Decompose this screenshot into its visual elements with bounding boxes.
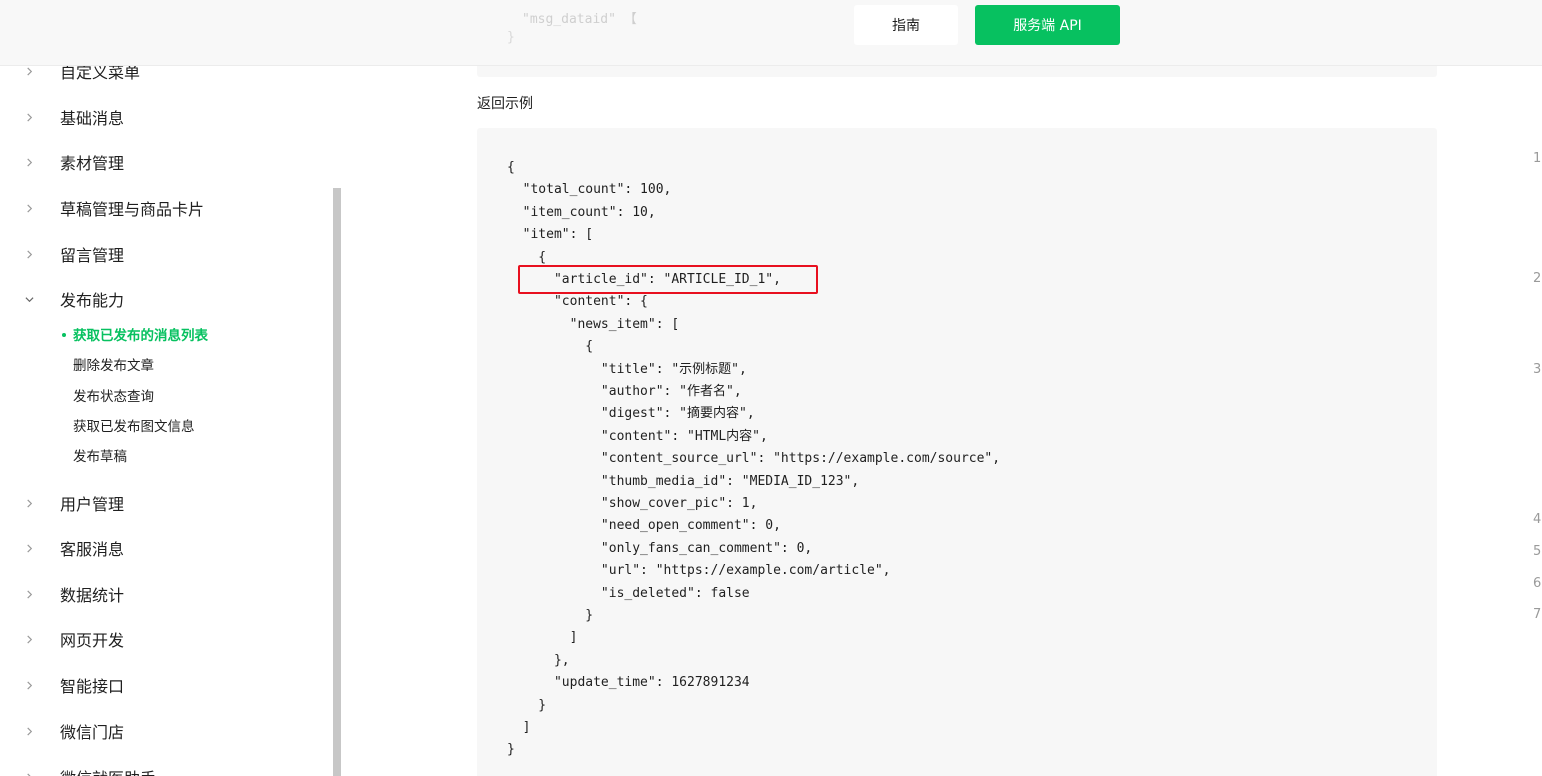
sidebar-item[interactable]: 微信就医助手 [0,762,320,776]
sidebar-subitem[interactable]: 发布状态查询 [73,384,154,406]
code-block: { "total_count": 100, "item_count": 10, … [477,128,1437,776]
sidebar-item[interactable]: 客服消息 [0,533,320,563]
chevron-right-icon [0,726,60,736]
highlight-box-article-id [518,265,818,294]
code-line: "need_open_comment": 0, [507,518,781,534]
code-line: ] [507,720,531,735]
chevron-right-icon [0,634,60,644]
chevron-right-icon [0,772,60,776]
code-line: "update_time": 1627891234 [507,675,750,691]
code-line: "content": "HTML内容", [507,428,768,444]
code-line: ] [507,630,578,646]
code-line: "digest": "摘要内容", [507,406,755,422]
sidebar-item-label: 素材管理 [60,154,125,173]
section-title: 返回示例 [477,96,533,112]
chevron-right-icon [0,498,60,508]
gutter-number: 1 [1533,151,1542,166]
code-line: "thumb_media_id": "MEDIA_ID_123", [507,473,860,489]
sidebar-item[interactable]: 网页开发 [0,624,320,654]
sidebar-item-label: 数据统计 [60,586,125,605]
sidebar: 自定义菜单 基础消息 素材管理 草稿管理与商品卡片 留言管理 发布能力 用户管理 客服消息 数据… [0,0,342,776]
sidebar-item-label: 网页开发 [60,631,125,650]
gutter-number: 3 [1533,362,1542,377]
sidebar-item[interactable]: 数据统计 [0,579,320,609]
sidebar-item-label: 发布能力 [60,291,125,310]
code-line: "title": "示例标题", [507,361,747,377]
sidebar-item-label: 智能接口 [60,677,125,696]
chevron-right-icon [0,66,60,76]
gutter-number: 5 [1533,544,1542,559]
code-line: "news_item": [ [507,316,680,332]
sidebar-item[interactable]: 草稿管理与商品卡片 [0,193,320,223]
chevron-right-icon [0,112,60,122]
chevron-down-icon [0,295,60,304]
gutter-number: 2 [1533,271,1542,286]
gutter-number: 7 [1533,607,1542,622]
sidebar-item[interactable]: 留言管理 [0,239,320,269]
sidebar-item[interactable]: 素材管理 [0,147,320,177]
sidebar-subitem[interactable]: 获取已发布图文信息 [73,414,195,436]
code-line: "content_source_url": "https://example.c… [507,451,1001,467]
sidebar-subitem-active[interactable]: 获取已发布的消息列表 [62,323,208,345]
sidebar-item[interactable]: 微信门店 [0,716,320,746]
server-api-button[interactable]: 服务端 API [975,5,1120,45]
code-line: "author": "作者名", [507,384,742,399]
code-line: } [507,742,515,758]
sidebar-subitem[interactable]: 发布草稿 [73,444,127,466]
sidebar-item[interactable]: 智能接口 [0,670,320,700]
sidebar-item-label: 微信门店 [60,723,125,742]
sidebar-item-label: 客服消息 [60,540,125,559]
faded-code-line: "msg_dataid" 【 [522,12,637,27]
sidebar-scrollbar[interactable] [333,188,341,776]
code-line: } [507,608,594,623]
code-line: { [507,339,594,355]
code-line: "show_cover_pic": 1, [507,496,758,511]
sidebar-item-label: 用户管理 [60,495,125,514]
code-line: "total_count": 100, [507,182,672,198]
sidebar-subitem[interactable]: 删除发布文章 [73,353,154,375]
code-line: "item_count": 10, [507,204,656,220]
sidebar-item-label: 微信就医助手 [60,765,156,776]
code-line: "only_fans_can_comment": 0, [507,540,813,556]
code-line: }, [507,652,570,668]
code-line: "content": { [507,294,648,310]
top-header: "msg_dataid" 【 } 指南 服务端 API [0,0,1542,66]
sidebar-item-label: 草稿管理与商品卡片 [60,200,205,219]
faded-code-brace: } [507,30,515,45]
chevron-right-icon [0,543,60,553]
guide-button[interactable]: 指南 [854,5,958,45]
gutter-number: 6 [1533,576,1542,591]
sidebar-item-label: 基础消息 [60,109,125,128]
chevron-right-icon [0,249,60,259]
chevron-right-icon [0,680,60,690]
page: 自定义菜单 基础消息 素材管理 草稿管理与商品卡片 留言管理 发布能力 用户管理 客服消息 数据… [0,0,1542,776]
code-line: "is_deleted": false [507,585,750,601]
chevron-right-icon [0,589,60,599]
code-line: } [507,697,547,713]
gutter-number: 4 [1533,512,1542,527]
sidebar-item[interactable]: 用户管理 [0,488,320,518]
chevron-right-icon [0,203,60,213]
sidebar-item-label: 留言管理 [60,246,125,265]
chevron-right-icon [0,157,60,167]
code-line: { [507,160,515,175]
sidebar-item[interactable]: 发布能力 [0,284,320,314]
code-line: "url": "https://example.com/article", [507,563,891,579]
sidebar-item[interactable]: 基础消息 [0,102,320,132]
code-line: "item": [ [507,227,594,243]
